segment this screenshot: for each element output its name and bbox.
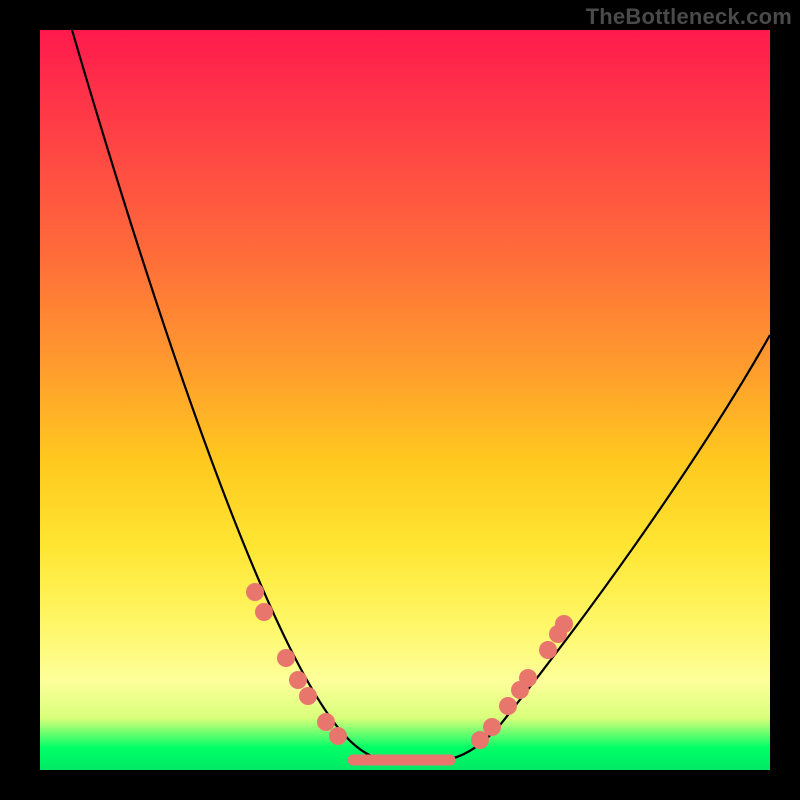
marker-dot	[519, 669, 537, 687]
chart-frame: TheBottleneck.com	[0, 0, 800, 800]
markers-left-group	[246, 583, 347, 745]
watermark-text: TheBottleneck.com	[586, 4, 792, 30]
marker-dot	[289, 671, 307, 689]
markers-right-group	[471, 615, 573, 749]
marker-dot	[555, 615, 573, 633]
bottleneck-curve	[72, 30, 770, 760]
marker-dot	[329, 727, 347, 745]
marker-dot	[539, 641, 557, 659]
marker-dot	[483, 718, 501, 736]
chart-svg	[40, 30, 770, 770]
marker-dot	[255, 603, 273, 621]
marker-dot	[246, 583, 264, 601]
marker-dot	[317, 713, 335, 731]
marker-dot	[299, 687, 317, 705]
marker-dot	[499, 697, 517, 715]
plot-area	[40, 30, 770, 770]
marker-dot	[277, 649, 295, 667]
